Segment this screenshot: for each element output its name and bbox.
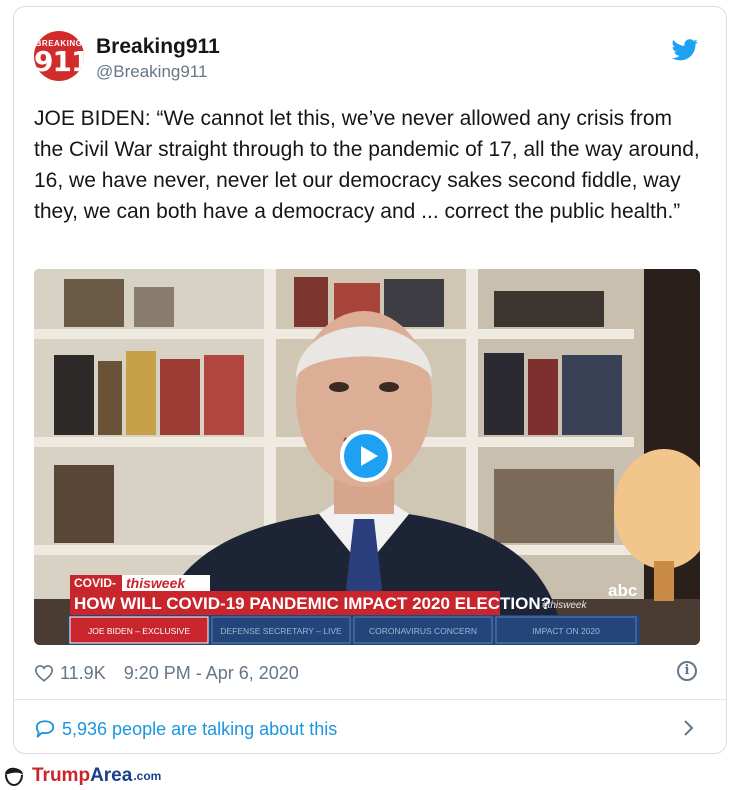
footer-brand-trump: Trump <box>32 765 91 786</box>
heart-icon[interactable] <box>34 664 54 682</box>
video-watermark: #thisweek <box>542 600 587 611</box>
footer-tld: .com <box>133 769 162 783</box>
play-icon[interactable] <box>340 430 392 482</box>
tweet-card: BREAKING 911 Breaking911 @Breaking911 JO… <box>13 6 727 754</box>
tweet-text: JOE BIDEN: “We cannot let this, we’ve ne… <box>34 107 700 223</box>
timestamp[interactable]: 9:20 PM - Apr 6, 2020 <box>124 663 299 684</box>
chevron-right-icon[interactable] <box>682 717 696 739</box>
conversation-link[interactable]: 5,936 people are talking about this <box>34 717 337 741</box>
covid-tag: COVID- <box>74 576 116 590</box>
video-tab: IMPACT ON 2020 <box>532 626 600 636</box>
video-player[interactable]: COVID- thisweek HOW WILL COVID-19 PANDEM… <box>34 269 700 645</box>
site-watermark: TrumpArea .com <box>2 764 161 788</box>
video-tab: JOE BIDEN – EXCLUSIVE <box>88 626 190 636</box>
account-handle[interactable]: @Breaking911 <box>96 62 207 82</box>
avatar[interactable]: BREAKING 911 <box>34 31 84 81</box>
footer-brand: TrumpArea <box>32 765 132 787</box>
trump-hair-icon <box>5 767 23 787</box>
footer-brand-area: Area <box>90 765 133 786</box>
speech-bubble-icon <box>35 720 55 738</box>
account-name[interactable]: Breaking911 <box>96 35 220 59</box>
video-tab: DEFENSE SECRETARY – LIVE <box>220 626 342 636</box>
video-tab: CORONAVIRUS CONCERN <box>369 626 477 636</box>
info-icon[interactable]: i <box>677 661 697 681</box>
avatar-big-text: 911 <box>34 45 84 78</box>
like-count[interactable]: 11.9K <box>60 663 106 684</box>
network-logo: abc <box>608 581 637 600</box>
show-brand: thisweek <box>126 575 186 591</box>
conversation-count: 5,936 people are talking about this <box>62 718 338 739</box>
twitter-bird-icon[interactable] <box>671 39 699 61</box>
tweet-meta: 11.9K 9:20 PM - Apr 6, 2020 <box>34 661 299 685</box>
divider <box>14 699 726 700</box>
video-headline: HOW WILL COVID-19 PANDEMIC IMPACT 2020 E… <box>74 594 551 613</box>
